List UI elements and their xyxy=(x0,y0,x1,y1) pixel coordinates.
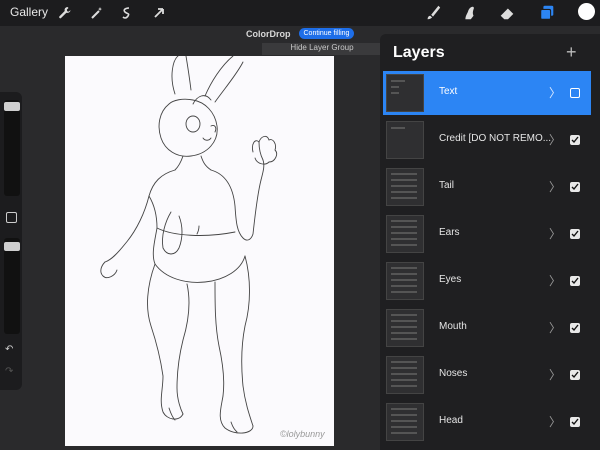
opacity-knob[interactable] xyxy=(4,242,20,251)
layer-thumbnail xyxy=(386,121,424,159)
layer-name: Eyes xyxy=(439,274,462,285)
layer-name: Ears xyxy=(439,227,460,238)
procreate-app: Gallery ColorDrop Continue filling Hide … xyxy=(0,0,600,450)
chevron-right-icon[interactable]: 〉 xyxy=(549,272,561,289)
brush-size-slider[interactable] xyxy=(4,100,20,196)
layer-thumbnail xyxy=(386,168,424,206)
visibility-checkbox[interactable] xyxy=(570,182,580,192)
redo-icon[interactable]: ↷ xyxy=(5,366,13,377)
layer-thumbnail xyxy=(386,262,424,300)
drawing-canvas[interactable]: ©lolybunny xyxy=(65,56,334,446)
visibility-checkbox[interactable] xyxy=(570,229,580,239)
layer-row-credit[interactable]: Credit [DO NOT REMO... 〉 xyxy=(383,118,591,162)
visibility-checkbox[interactable] xyxy=(570,276,580,286)
layer-name: Noses xyxy=(439,368,468,379)
gallery-button[interactable]: Gallery xyxy=(10,5,48,19)
undo-icon[interactable]: ↶ xyxy=(5,344,13,355)
wrench-icon[interactable] xyxy=(56,4,74,22)
layer-row-text[interactable]: Text 〉 xyxy=(383,71,591,115)
watermark: ©lolybunny xyxy=(280,429,325,439)
chevron-right-icon[interactable]: 〉 xyxy=(549,84,561,101)
layers-panel: Layers + Text 〉 Credit [DO NOT REMO... 〉… xyxy=(380,34,600,450)
layer-row-mouth[interactable]: Mouth 〉 xyxy=(383,306,591,350)
magic-wand-icon[interactable] xyxy=(88,4,106,22)
layer-name: Text xyxy=(439,86,458,97)
chevron-right-icon[interactable]: 〉 xyxy=(549,413,561,430)
layer-name: Head xyxy=(439,415,463,426)
layers-panel-title: Layers xyxy=(393,44,445,61)
colordrop-title: ColorDrop xyxy=(246,28,291,39)
bunny-lineart xyxy=(100,56,278,434)
visibility-checkbox[interactable] xyxy=(570,323,580,333)
visibility-checkbox[interactable] xyxy=(570,88,580,98)
layer-row-noses[interactable]: Noses 〉 xyxy=(383,353,591,397)
layer-thumbnail xyxy=(386,309,424,347)
chevron-right-icon[interactable]: 〉 xyxy=(549,366,561,383)
layer-row-tail[interactable]: Tail 〉 xyxy=(383,165,591,209)
opacity-slider[interactable] xyxy=(4,238,20,334)
eraser-icon[interactable] xyxy=(497,3,517,23)
layer-name: Credit [DO NOT REMO... xyxy=(439,133,552,144)
layers-icon[interactable] xyxy=(537,3,557,23)
transform-icon[interactable] xyxy=(150,4,168,22)
layer-thumbnail xyxy=(386,215,424,253)
layer-name: Mouth xyxy=(439,321,467,332)
layer-name: Tail xyxy=(439,180,455,191)
layer-row-eyes[interactable]: Eyes 〉 xyxy=(383,259,591,303)
left-sidebar: ↶ ↷ xyxy=(0,92,22,390)
visibility-checkbox[interactable] xyxy=(570,370,580,380)
add-layer-icon[interactable]: + xyxy=(566,42,577,63)
colordrop-banner: ColorDrop Continue filling xyxy=(220,26,390,41)
visibility-checkbox[interactable] xyxy=(570,417,580,427)
chevron-right-icon[interactable]: 〉 xyxy=(549,319,561,336)
hide-layer-group-button[interactable]: Hide Layer Group xyxy=(262,43,382,55)
layer-thumbnail xyxy=(386,403,424,441)
color-swatch[interactable] xyxy=(578,3,595,20)
layer-thumbnail xyxy=(386,74,424,112)
brush-size-knob[interactable] xyxy=(4,102,20,111)
brush-icon[interactable] xyxy=(423,3,443,23)
layer-row-head[interactable]: Head 〉 xyxy=(383,400,591,444)
visibility-checkbox[interactable] xyxy=(570,135,580,145)
smudge-icon[interactable] xyxy=(459,3,479,23)
layer-row-ears[interactable]: Ears 〉 xyxy=(383,212,591,256)
modify-button[interactable] xyxy=(6,212,17,223)
continue-filling-button[interactable]: Continue filling xyxy=(298,28,355,39)
selection-icon[interactable] xyxy=(118,4,136,22)
chevron-right-icon[interactable]: 〉 xyxy=(549,178,561,195)
layer-thumbnail xyxy=(386,356,424,394)
chevron-right-icon[interactable]: 〉 xyxy=(549,225,561,242)
chevron-right-icon[interactable]: 〉 xyxy=(549,131,561,148)
top-toolbar: Gallery xyxy=(0,0,600,26)
